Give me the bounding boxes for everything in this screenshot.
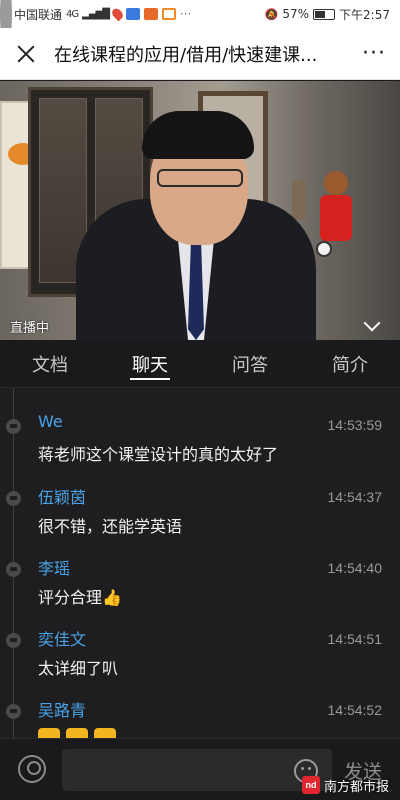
tab-qa[interactable]: 问答 [200, 340, 300, 387]
clock: 下午2:57 [339, 7, 390, 22]
chat-message: 伍颖茵 14:54:37 很不错，还能学英语 [0, 460, 400, 536]
status-right: 🔕 57% 下午2:57 [265, 6, 390, 23]
live-status-label: 直播中 [10, 321, 50, 336]
chat-input[interactable] [62, 749, 332, 791]
carrier-label: 中国联通 [14, 7, 63, 22]
mascot-figure [316, 171, 356, 261]
tab-bar: 文档 聊天 问答 简介 [0, 340, 400, 388]
message-time: 14:54:51 [327, 631, 383, 647]
sender-name: 伍颖茵 [38, 488, 87, 507]
battery-percent: 57% [282, 7, 310, 21]
message-dot-icon [6, 704, 21, 719]
message-dot-icon [6, 491, 21, 506]
watermark-text: 南方都市报 [324, 779, 390, 795]
message-time: 14:53:59 [327, 417, 383, 433]
network-label: 4G [66, 8, 79, 20]
close-icon[interactable] [14, 42, 38, 66]
presenter-glasses [157, 169, 243, 187]
message-time: 14:54:37 [327, 489, 383, 505]
sender-name: 奕佳文 [38, 630, 87, 649]
message-dot-icon [6, 419, 21, 434]
message-time: 14:54:40 [327, 560, 383, 576]
status-left: 中国联通 4G ▂▄▆█ ··· [0, 0, 192, 49]
chat-message: We 14:53:59 蒋老师这个课堂设计的真的太好了 [0, 388, 400, 464]
small-frame [292, 181, 306, 219]
sender-name: 吴路青 [38, 701, 87, 720]
message-dot-icon [6, 562, 21, 577]
message-time: 14:54:52 [327, 702, 383, 718]
tab-documents[interactable]: 文档 [0, 340, 100, 387]
chat-list[interactable]: We 14:53:59 蒋老师这个课堂设计的真的太好了 伍颖茵 14:54:37… [0, 388, 400, 738]
location-icon [109, 6, 125, 22]
tab-intro[interactable]: 简介 [300, 340, 400, 387]
title-bar: 在线课程的应用/借用/快速建课... ··· [0, 28, 400, 80]
app-icon [125, 8, 140, 20]
battery-icon [313, 8, 336, 20]
sender-name: We [38, 412, 63, 431]
chat-message: 奕佳文 14:54:51 太详细了叭 [0, 602, 400, 678]
chat-message: 吴路青 14:54:52 [0, 673, 400, 738]
app-icon [161, 8, 176, 20]
chat-message: 李瑶 14:54:40 评分合理👍 [0, 531, 400, 607]
tab-chat[interactable]: 聊天 [100, 340, 200, 387]
more-icon[interactable]: ··· [362, 41, 386, 66]
user-icon[interactable] [18, 755, 46, 783]
watermark: nd 南方都市报 [302, 774, 389, 796]
sender-name: 李瑶 [38, 559, 71, 578]
thumbs-up-emoji-row [38, 728, 138, 738]
app-icon [143, 8, 158, 20]
page-title: 在线课程的应用/借用/快速建课... [54, 44, 318, 66]
mute-icon: 🔕 [264, 7, 279, 21]
message-dot-icon [6, 633, 21, 648]
presenter-hair [142, 111, 254, 159]
watermark-logo: nd [302, 776, 320, 794]
signal-icon: ▂▄▆█ [82, 8, 110, 20]
more-dots-icon: ··· [179, 7, 192, 21]
status-bar: 中国联通 4G ▂▄▆█ ··· 🔕 57% 下午2:57 [0, 0, 400, 49]
live-video[interactable]: 直播中 [0, 81, 400, 340]
